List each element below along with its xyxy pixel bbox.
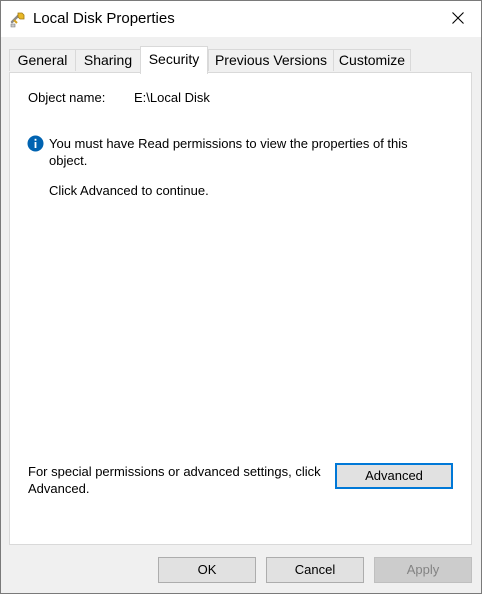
window-title: Local Disk Properties <box>33 10 175 27</box>
apply-button[interactable]: Apply <box>374 557 472 583</box>
title-bar: Local Disk Properties <box>1 1 481 37</box>
object-name-value: E:\Local Disk <box>134 90 210 105</box>
special-permissions-text: For special permissions or advanced sett… <box>28 464 321 496</box>
close-icon <box>452 11 464 27</box>
permission-message: You must have Read permissions to view t… <box>49 136 408 168</box>
cancel-button[interactable]: Cancel <box>266 557 364 583</box>
tab-security[interactable]: Security <box>140 46 208 74</box>
security-panel: Object name: E:\Local Disk You must have… <box>9 72 472 545</box>
ok-button[interactable]: OK <box>158 557 256 583</box>
tab-customize[interactable]: Customize <box>333 49 411 71</box>
close-button[interactable] <box>435 1 481 37</box>
object-name-label: Object name: <box>28 90 106 105</box>
properties-window: Local Disk Properties General Sharing Se… <box>0 0 482 594</box>
tab-sharing[interactable]: Sharing <box>75 49 141 71</box>
continue-message: Click Advanced to continue. <box>49 183 209 198</box>
info-icon <box>27 135 44 152</box>
tab-general[interactable]: General <box>9 49 76 71</box>
tab-previous-versions[interactable]: Previous Versions <box>208 49 334 71</box>
advanced-button[interactable]: Advanced <box>335 463 453 489</box>
drive-wrench-icon <box>9 10 27 28</box>
